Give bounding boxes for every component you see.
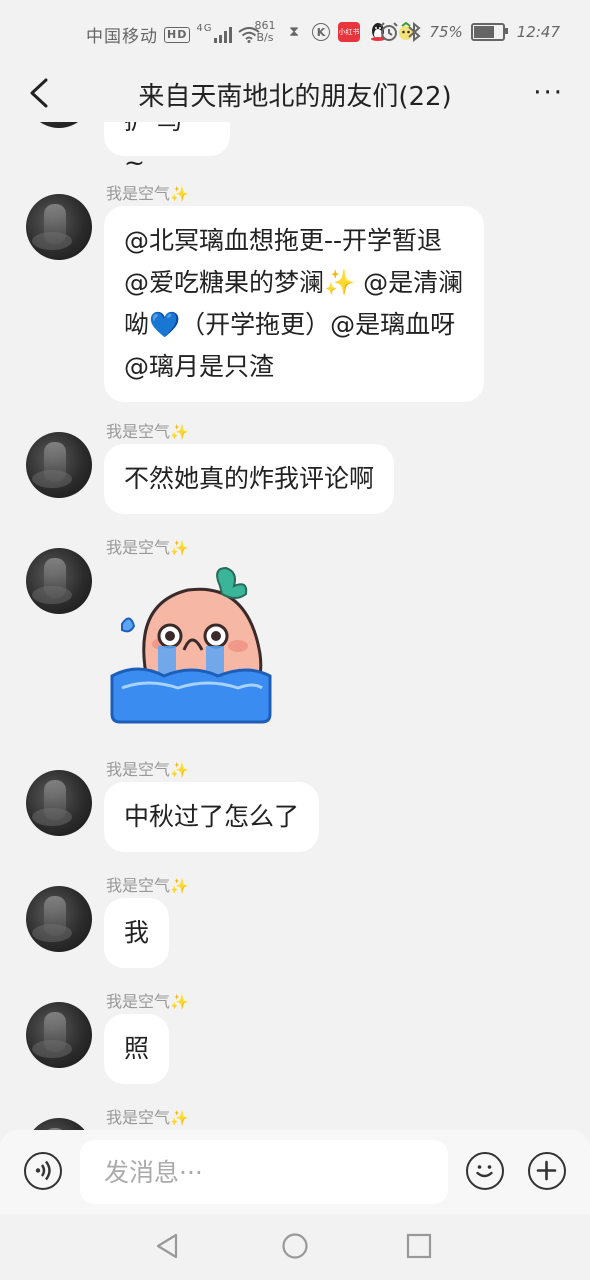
sender-name: 我是空气✨ (106, 538, 189, 557)
group-title: 来自天南地北的朋友们(22) (138, 82, 452, 112)
battery-percent: 75% (429, 23, 463, 41)
sparkle-icon: ✨ (170, 761, 189, 779)
message-bubble[interactable]: @北冥璃血想拖更--开学暂退 @爱吃糖果的梦澜✨ @是清澜呦💙（开学拖更）@是璃… (104, 206, 484, 402)
avatar[interactable] (26, 194, 92, 260)
sender-name: 我是空气✨ (106, 184, 189, 203)
xiaohongshu-icon: 小红书 (338, 22, 360, 42)
avatar[interactable] (26, 122, 92, 128)
sparkle-icon: ✨ (170, 423, 189, 441)
message-text: 照 (124, 1034, 150, 1063)
message-text: 扩 鸟 ~ (124, 122, 182, 177)
avatar[interactable] (26, 548, 92, 614)
nav-recents-icon[interactable] (405, 1232, 433, 1260)
voice-input-button[interactable] (24, 1152, 62, 1190)
alarm-icon (380, 22, 399, 41)
message-input-bar (0, 1130, 590, 1214)
message-bubble[interactable]: 照 (104, 1014, 170, 1084)
message-list[interactable]: 扩 鸟 ~ 我是空气✨ @北冥璃血想拖更--开学暂退 @爱吃糖果的梦澜✨ @是清… (0, 122, 590, 1130)
sparkle-icon: ✨ (170, 993, 189, 1011)
k-circle-icon: K (312, 23, 330, 41)
clock: 12:47 (516, 23, 560, 41)
sparkle-icon: ✨ (170, 1109, 189, 1127)
battery-icon (470, 23, 508, 41)
nav-back-icon[interactable] (154, 1232, 182, 1260)
message-text: 我 (124, 918, 150, 947)
avatar[interactable] (26, 1002, 92, 1068)
plus-icon (536, 1160, 557, 1181)
sparkle-icon: ✨ (170, 539, 189, 557)
sender-name: 我是空气✨ (106, 422, 189, 441)
sender-name: 我是空气✨ (106, 876, 189, 895)
net-speed: 861 B/s (250, 20, 280, 44)
avatar[interactable] (26, 1118, 92, 1130)
bluetooth-icon (408, 22, 421, 42)
message-bubble[interactable]: 不然她真的炸我评论啊 (104, 444, 395, 514)
voice-icon (35, 1160, 51, 1181)
carrier-name: 中国移动 (86, 27, 158, 47)
hourglass-icon: ⧗ (289, 24, 299, 40)
carrier-group: 中国移动 HD 4G (86, 22, 261, 47)
signal-label: 4G (196, 23, 213, 34)
crying-peach-sticker[interactable] (108, 564, 274, 724)
status-right: 75% 12:47 (379, 22, 560, 42)
signal-icon (214, 26, 233, 43)
sparkle-icon: ✨ (170, 185, 189, 203)
message-input[interactable] (80, 1140, 448, 1204)
sender-name: 我是空气✨ (106, 760, 189, 779)
sender-name: 我是空气✨ (106, 992, 189, 1011)
message-text: @北冥璃血想拖更--开学暂退 @爱吃糖果的梦澜✨ @是清澜呦💙（开学拖更）@是璃… (124, 226, 464, 381)
avatar[interactable] (26, 770, 92, 836)
message-bubble[interactable]: 中秋过了怎么了 (104, 782, 320, 852)
nav-home-icon[interactable] (281, 1232, 309, 1260)
message-bubble[interactable]: 我 (104, 898, 170, 968)
message-text: 中秋过了怎么了 (124, 802, 300, 831)
emoji-button[interactable] (466, 1152, 504, 1190)
message-bubble[interactable]: 扩 鸟 ~ (104, 122, 230, 177)
more-options-button[interactable]: ··· (533, 78, 564, 108)
avatar[interactable] (26, 432, 92, 498)
avatar[interactable] (26, 886, 92, 952)
sender-name: 我是空气✨ (106, 1108, 189, 1127)
chat-header: 来自天南地北的朋友们(22) ··· (0, 64, 590, 122)
net-speed-unit: B/s (256, 31, 274, 44)
message-text: 不然她真的炸我评论啊 (124, 464, 375, 493)
system-nav-bar (0, 1214, 590, 1280)
status-bar: 中国移动 HD 4G 861 B/s ⧗ K 小红书 75% 12:47 (0, 0, 590, 64)
hd-icon: HD (164, 26, 191, 43)
add-more-button[interactable] (528, 1152, 566, 1190)
sparkle-icon: ✨ (170, 877, 189, 895)
smiley-icon (476, 1165, 493, 1178)
